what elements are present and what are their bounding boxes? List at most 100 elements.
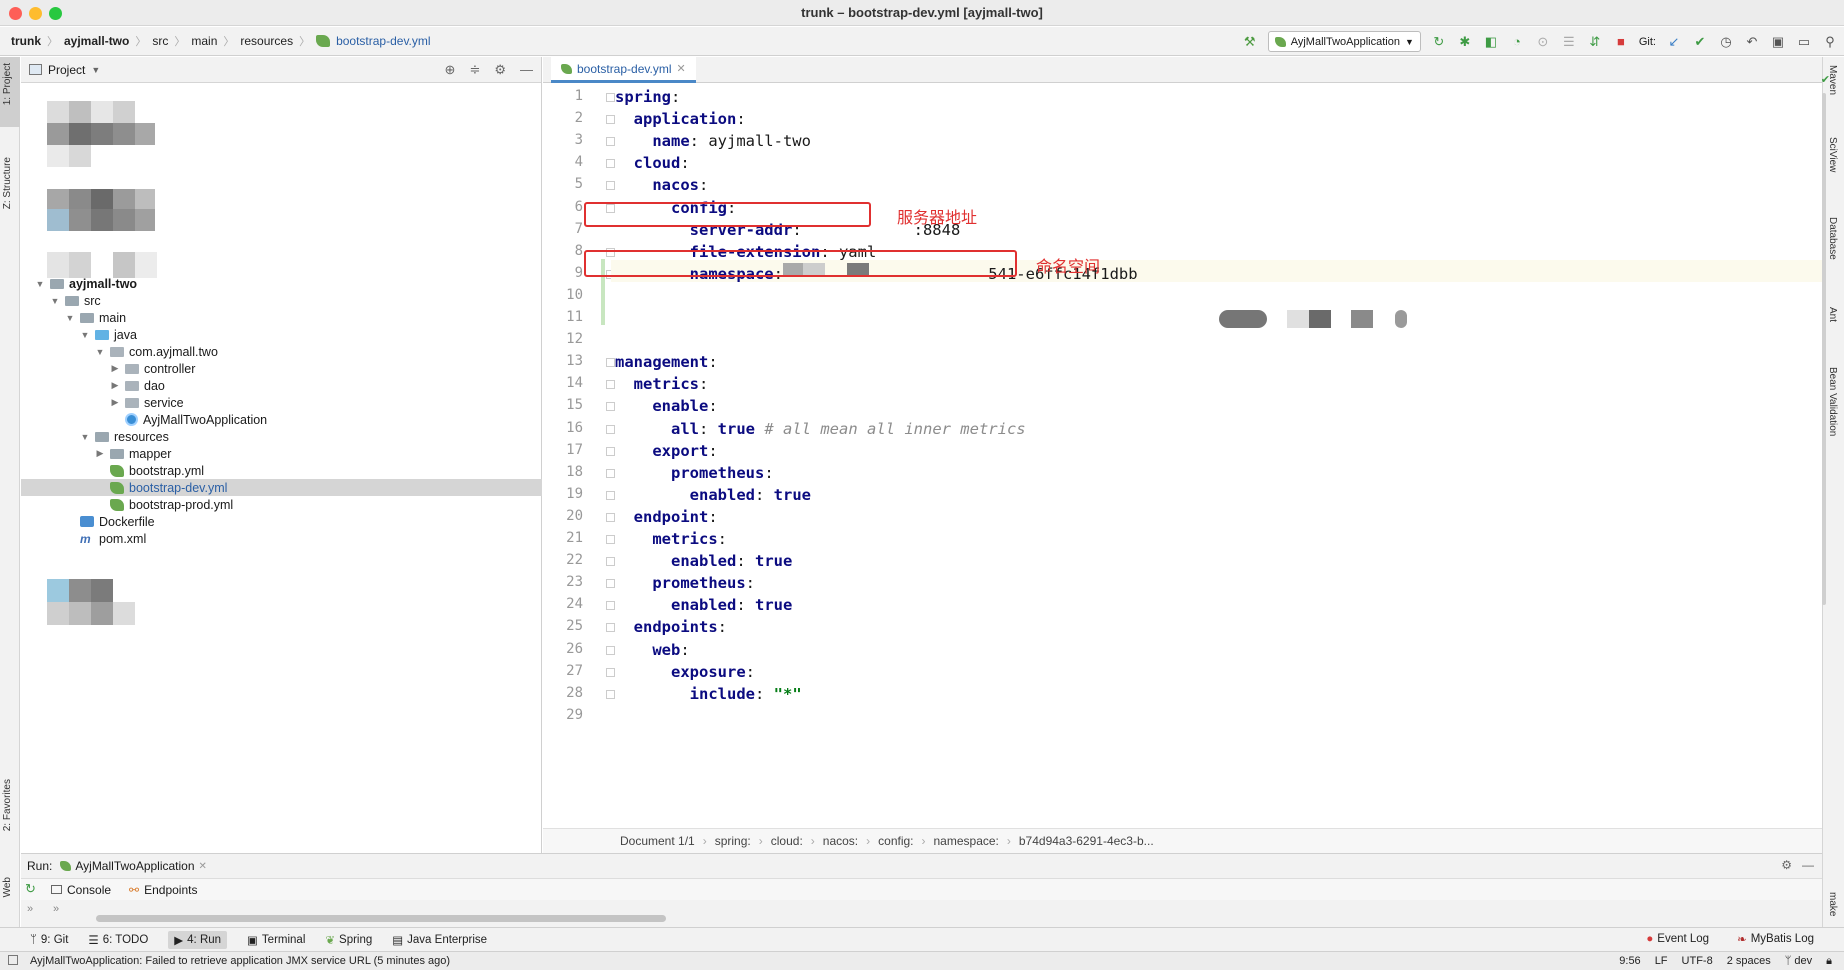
- tree-item[interactable]: ▶ dao: [21, 377, 542, 394]
- event-log-button[interactable]: ● Event Log: [1646, 932, 1709, 946]
- inspection-ok-icon[interactable]: ✔: [1821, 73, 1830, 86]
- breadcrumb-main[interactable]: main: [188, 34, 220, 48]
- build-hammer-icon[interactable]: ⚒: [1242, 34, 1258, 50]
- editor-scrollbar[interactable]: [1822, 93, 1826, 605]
- git-tool-button[interactable]: ᛘ 9: Git: [30, 934, 68, 946]
- yaml-crumb-namespace[interactable]: namespace:: [934, 834, 999, 848]
- code-line[interactable]: cloud:: [615, 152, 690, 174]
- git-update-icon[interactable]: ↙: [1666, 34, 1682, 50]
- project-structure-icon[interactable]: ▣: [1770, 34, 1786, 50]
- code-line[interactable]: prometheus:: [615, 572, 755, 594]
- tree-item[interactable]: bootstrap-dev.yml: [21, 479, 542, 496]
- favorites-tool-label[interactable]: 2: Favorites: [2, 779, 13, 831]
- git-branch-indicator[interactable]: ᛘ dev: [1785, 955, 1812, 968]
- code-line[interactable]: name: ayjmall-two: [615, 130, 811, 152]
- code-line[interactable]: spring:: [615, 86, 680, 108]
- presentation-icon[interactable]: ▭: [1796, 34, 1812, 50]
- code-line[interactable]: application:: [615, 108, 746, 130]
- database-tool-label[interactable]: Database: [1827, 217, 1838, 260]
- file-encoding[interactable]: UTF-8: [1682, 955, 1713, 968]
- terminal-tool-button[interactable]: ▣ Terminal: [247, 933, 305, 947]
- tree-item[interactable]: ▼ com.ayjmall.two: [21, 343, 542, 360]
- endpoints-tab[interactable]: ⚯ Endpoints: [129, 883, 197, 897]
- sciview-tool-label[interactable]: SciView: [1827, 137, 1838, 172]
- breadcrumb-file[interactable]: bootstrap-dev.yml: [333, 34, 433, 48]
- tree-item[interactable]: m pom.xml: [21, 530, 542, 547]
- code-line[interactable]: web:: [615, 639, 689, 661]
- mybatis-log-button[interactable]: ❧ MyBatis Log: [1737, 932, 1814, 946]
- code-line[interactable]: enabled: true: [615, 484, 811, 506]
- code-line[interactable]: all: true # all mean all inner metrics: [615, 418, 1026, 440]
- layout-icon[interactable]: ☰: [1561, 34, 1577, 50]
- collapsed-arrow-icon[interactable]: ▶: [95, 448, 105, 459]
- console-tab[interactable]: Console: [51, 883, 111, 897]
- rerun-icon[interactable]: ↻: [25, 881, 36, 897]
- collapsed-arrow-icon[interactable]: ▶: [110, 397, 120, 408]
- tree-item[interactable]: ▶ service: [21, 394, 542, 411]
- yaml-crumb-spring[interactable]: spring:: [715, 834, 751, 848]
- toggle-tool-windows-icon[interactable]: [8, 955, 18, 965]
- status-message[interactable]: AyjMallTwoApplication: Failed to retriev…: [30, 955, 450, 967]
- yaml-crumb-config[interactable]: config:: [878, 834, 913, 848]
- code-line[interactable]: enabled: true: [615, 550, 792, 572]
- tree-item[interactable]: ▼ ayjmall-two: [21, 275, 542, 292]
- hide-icon[interactable]: —: [520, 62, 533, 78]
- run-configuration-select[interactable]: AyjMallTwoApplication ▼: [1267, 31, 1421, 52]
- make-tool-label[interactable]: make: [1827, 892, 1838, 916]
- expanded-arrow-icon[interactable]: ▼: [50, 296, 60, 306]
- close-tab-icon[interactable]: ✕: [676, 62, 685, 75]
- rerun-icon[interactable]: ↻: [1431, 34, 1447, 50]
- tree-item[interactable]: AyjMallTwoApplication: [21, 411, 542, 428]
- project-tool-label[interactable]: 1: Project: [2, 63, 13, 105]
- run-tool-button[interactable]: ▶ 4: Run: [168, 930, 228, 949]
- expanded-arrow-icon[interactable]: ▼: [80, 432, 90, 442]
- line-separator[interactable]: LF: [1655, 955, 1668, 968]
- tree-item[interactable]: ▶ controller: [21, 360, 542, 377]
- expanded-arrow-icon[interactable]: ▼: [95, 347, 105, 357]
- yaml-crumb-cloud[interactable]: cloud:: [771, 834, 803, 848]
- tree-item[interactable]: ▶ mapper: [21, 445, 542, 462]
- collapsed-arrow-icon[interactable]: ▶: [110, 363, 120, 374]
- code-line[interactable]: management:: [615, 351, 718, 373]
- tree-item[interactable]: ▼ resources: [21, 428, 542, 445]
- breadcrumb-resources[interactable]: resources: [237, 34, 296, 48]
- yaml-crumb-nacos[interactable]: nacos:: [823, 834, 858, 848]
- attach-icon[interactable]: ⊙: [1535, 34, 1551, 50]
- code-line[interactable]: export:: [615, 440, 717, 462]
- gear-icon[interactable]: ⚙: [1781, 858, 1792, 872]
- search-icon[interactable]: ⚲: [1822, 34, 1838, 50]
- git-rollback-icon[interactable]: ↶: [1744, 34, 1760, 50]
- locate-icon[interactable]: ⊕: [445, 62, 456, 78]
- collapsed-arrow-icon[interactable]: ▶: [110, 380, 120, 391]
- expand-icon[interactable]: »: [27, 903, 33, 915]
- editor-tab-bootstrap-dev[interactable]: bootstrap-dev.yml ✕: [551, 57, 696, 83]
- web-tool-label[interactable]: Web: [2, 877, 13, 897]
- profile-icon[interactable]: ◔: [1509, 34, 1525, 49]
- breadcrumb-trunk[interactable]: trunk: [8, 34, 44, 48]
- breadcrumb-project[interactable]: ayjmall-two: [61, 34, 132, 48]
- chevron-down-icon[interactable]: ▼: [91, 65, 100, 75]
- tree-item[interactable]: ▼ main: [21, 309, 542, 326]
- expanded-arrow-icon[interactable]: ▼: [35, 279, 45, 289]
- document-indicator[interactable]: Document 1/1: [620, 834, 695, 848]
- hide-icon[interactable]: —: [1802, 858, 1814, 872]
- tree-item[interactable]: Dockerfile: [21, 513, 542, 530]
- yaml-crumb-value[interactable]: b74d94a3-6291-4ec3-b...: [1019, 834, 1154, 848]
- structure-tool-label[interactable]: Z: Structure: [2, 157, 13, 209]
- tree-item[interactable]: bootstrap-prod.yml: [21, 496, 542, 513]
- tree-item[interactable]: ▼ src: [21, 292, 542, 309]
- project-view-title[interactable]: Project: [48, 63, 85, 77]
- gear-icon[interactable]: ⚙: [494, 62, 506, 78]
- close-tab-icon[interactable]: ✕: [199, 861, 207, 872]
- code-view[interactable]: spring: application: name: ayjmall-two c…: [611, 83, 1822, 828]
- run-config-tab[interactable]: AyjMallTwoApplication ✕: [60, 859, 207, 873]
- indent-setting[interactable]: 2 spaces: [1727, 955, 1771, 968]
- git-commit-icon[interactable]: ✔: [1692, 34, 1708, 50]
- code-line[interactable]: metrics:: [615, 528, 727, 550]
- code-line[interactable]: enable:: [615, 395, 717, 417]
- code-line[interactable]: endpoint:: [615, 506, 718, 528]
- update-app-icon[interactable]: ⇵: [1587, 34, 1603, 50]
- spring-tool-button[interactable]: ❦ Spring: [325, 933, 372, 947]
- breadcrumb-src[interactable]: src: [149, 34, 171, 48]
- code-line[interactable]: exposure:: [615, 661, 755, 683]
